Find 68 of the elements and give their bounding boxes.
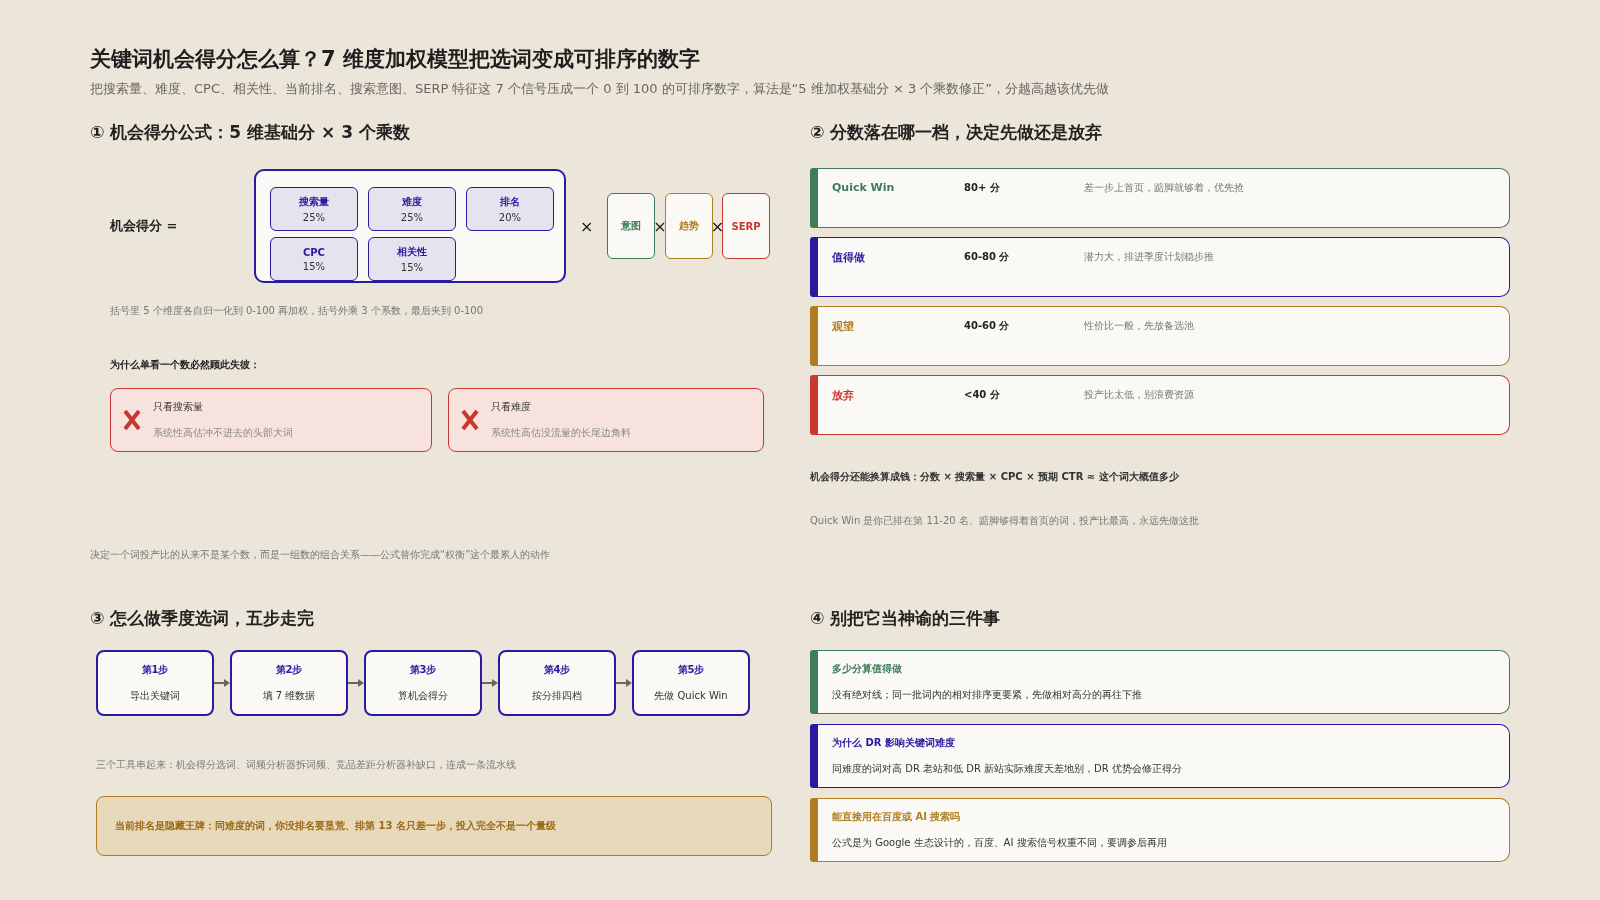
tier-range: <40 分 (964, 388, 1001, 402)
cross-icon (461, 409, 479, 431)
tier-range: 60-80 分 (964, 250, 1011, 264)
multiplier-card: 意图 (607, 193, 656, 259)
multiply-sign: × (579, 216, 594, 236)
multiplier-card: 趋势 (664, 193, 713, 259)
section-heading: ② 分数落在哪一档，决定先做还是放弃 (810, 121, 1104, 144)
weight-value: 25% (302, 212, 325, 223)
tier-description: 投产比太低，别浪费资源 (1084, 388, 1194, 402)
step-description: 先做 Quick Win (654, 689, 728, 703)
caveat-description: 公式是为 Google 生态设计的，百度、AI 搜索信号权重不同，要调参后再用 (832, 836, 1168, 850)
pitfall-heading: 为什么单看一个数必然顾此失彼： (110, 358, 261, 372)
step-title: 第5步 (677, 663, 705, 677)
formula-note: 机会得分还能换算成钱：分数 × 搜索量 × CPC × 预期 CTR ≈ 这个词大概值多少 (810, 470, 1180, 484)
pitfall-title: 只看难度 (491, 400, 532, 414)
section-footnote: 决定一个词投产比的从来不是某个数，而是一组数的组合关系——公式替你完成“权衡”这个最累人的动作 (90, 548, 552, 562)
pitfall-description: 系统性高估冲不进去的头部大词 (153, 426, 293, 440)
arrow-icon (616, 679, 632, 687)
pitfall-title: 只看搜索量 (153, 400, 204, 414)
step-description: 按分排四档 (532, 689, 582, 703)
tier-description: 潜力大，排进季度计划稳步推 (1084, 250, 1214, 264)
tier-name: 观望 (832, 319, 855, 334)
weight-value: 25% (400, 212, 423, 223)
cross-icon (123, 409, 141, 431)
section-heading: ④ 别把它当神谕的三件事 (810, 607, 1002, 630)
tier-range: 40-60 分 (964, 319, 1011, 333)
caveat-title: 能直接用在百度或 AI 搜索吗 (832, 810, 962, 824)
tier-description: 差一步上首页，踮脚就够着，优先抢 (1084, 181, 1244, 195)
step-description: 导出关键词 (130, 689, 180, 703)
arrow-icon (482, 679, 498, 687)
multiply-sign: × (653, 216, 667, 236)
caveat-description: 同难度的词对高 DR 老站和低 DR 新站实际难度天差地别，DR 优势会修正得分 (832, 762, 1183, 776)
page-subtitle: 把搜索量、难度、CPC、相关性、当前排名、搜索意图、SERP 特征这 7 个信号压成一个 0 到 100 的可排序数字，算法是“5 维加权基础分 × 3 个乘数修正”，分越高越该优先做 (90, 80, 1111, 98)
tier-name: 值得做 (832, 250, 866, 265)
step-title: 第4步 (543, 663, 571, 677)
caveat-title: 为什么 DR 影响关键词难度 (832, 736, 956, 750)
step-title: 第2步 (275, 663, 303, 677)
formula-note: 括号里 5 个维度各自归一化到 0-100 再加权，括号外乘 3 个系数，最后夹到 0-100 (110, 304, 485, 318)
weight-name: 搜索量 (298, 195, 329, 209)
weight-name: CPC (302, 246, 325, 258)
caveat-title: 多少分算值得做 (832, 662, 903, 676)
weight-value: 20% (498, 212, 521, 223)
weight-name: 排名 (499, 195, 520, 209)
multiplier-card: SERP (722, 193, 770, 259)
caveat-description: 没有绝对线；同一批词内的相对排序更要紧，先做相对高分的再往下推 (832, 688, 1143, 702)
page-title: 关键词机会得分怎么算？7 维度加权模型把选词变成可排序的数字 (90, 46, 701, 73)
tier-name: Quick Win (832, 181, 896, 194)
arrow-icon (214, 679, 230, 687)
pitfall-description: 系统性高估没流量的长尾边角料 (491, 426, 631, 440)
step-title: 第3步 (409, 663, 437, 677)
tier-name: 放弃 (832, 388, 855, 403)
step-description: 填 7 维数据 (262, 689, 316, 703)
multiply-sign: × (710, 216, 725, 236)
formula-label: 机会得分 = (108, 217, 179, 235)
callout-banner: 当前排名是隐藏王牌：同难度的词，你没排名要垦荒、排第 13 名只差一步，投入完全不是一个量级 (96, 796, 772, 856)
tier-description: 性价比一般，先放备选池 (1084, 319, 1194, 333)
weight-name: 难度 (401, 195, 422, 209)
step-title: 第1步 (141, 663, 169, 677)
step-description: 算机会得分 (398, 689, 448, 703)
section-heading: ③ 怎么做季度选词，五步走完 (90, 607, 316, 630)
tier-note: Quick Win 是你已排在第 11-20 名、踮脚够得着首页的词，投产比最高，永远先做这批 (810, 514, 1200, 528)
arrow-icon (348, 679, 364, 687)
tier-range: 80+ 分 (964, 181, 1001, 195)
weight-name: 相关性 (396, 245, 427, 259)
weight-value: 15% (302, 260, 325, 272)
steps-note: 三个工具串起来：机会得分选词、词频分析器拆词频、竞品差距分析器补缺口，连成一条流水线 (96, 758, 517, 772)
weight-value: 15% (400, 262, 423, 273)
section-heading: ① 机会得分公式：5 维基础分 × 3 个乘数 (90, 121, 411, 144)
